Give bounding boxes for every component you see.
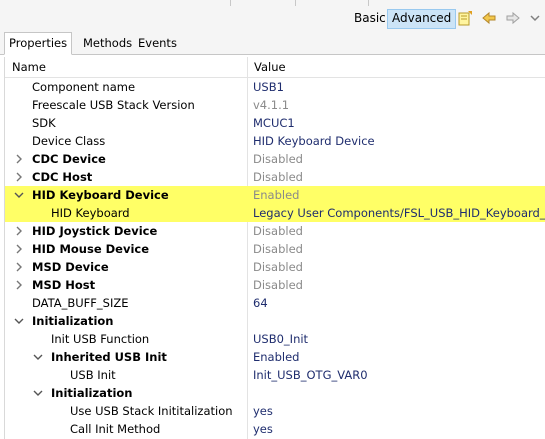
property-value[interactable]: yes bbox=[253, 404, 273, 418]
tab-properties[interactable]: Properties bbox=[4, 32, 73, 55]
property-value[interactable]: Disabled bbox=[253, 242, 303, 256]
table-row[interactable]: DATA_BUFF_SIZE 64 bbox=[5, 294, 545, 312]
chevron-down-icon[interactable] bbox=[14, 315, 24, 327]
property-value[interactable]: Legacy User Components/FSL_USB_HID_Keybo… bbox=[253, 206, 545, 220]
tab-methods[interactable]: Methods bbox=[79, 33, 136, 53]
table-row[interactable]: HID Joystick Device Disabled bbox=[5, 222, 545, 240]
property-name: Inherited USB Init bbox=[51, 350, 167, 364]
table-row[interactable]: HID Keyboard Legacy User Components/FSL_U… bbox=[5, 204, 545, 222]
toolbar: Basic Advanced bbox=[0, 6, 545, 30]
property-name: MSD Host bbox=[32, 278, 96, 292]
chevron-right-icon[interactable] bbox=[14, 243, 24, 255]
table-row[interactable]: MSD Host Disabled bbox=[5, 276, 545, 294]
chevron-down-icon[interactable] bbox=[33, 351, 43, 363]
advanced-button[interactable]: Advanced bbox=[387, 9, 457, 29]
property-value[interactable]: HID Keyboard Device bbox=[253, 134, 375, 148]
table-row[interactable]: Call Init Method yes bbox=[5, 420, 545, 438]
property-value[interactable]: yes bbox=[253, 422, 273, 436]
property-name: HID Mouse Device bbox=[32, 242, 150, 256]
back-arrow-icon[interactable] bbox=[481, 10, 497, 26]
property-name: CDC Device bbox=[32, 152, 106, 166]
property-value[interactable]: 64 bbox=[253, 296, 268, 310]
property-value[interactable]: v4.1.1 bbox=[253, 98, 289, 112]
property-name: USB Init bbox=[70, 368, 116, 382]
tab-bar: Properties Methods Events bbox=[0, 30, 545, 55]
property-value[interactable]: USB1 bbox=[253, 80, 284, 94]
table-row[interactable]: Inherited USB Init Enabled bbox=[5, 348, 545, 366]
chevron-down-icon[interactable] bbox=[33, 387, 43, 399]
table-row[interactable]: Use USB Stack Inititalization yes bbox=[5, 402, 545, 420]
table-row[interactable]: SDK MCUC1 bbox=[5, 114, 545, 132]
property-value[interactable]: Disabled bbox=[253, 224, 303, 238]
chevron-right-icon[interactable] bbox=[14, 171, 24, 183]
chevron-right-icon[interactable] bbox=[14, 279, 24, 291]
property-value[interactable]: Enabled bbox=[253, 188, 299, 202]
property-name: Device Class bbox=[32, 134, 106, 148]
tab-events[interactable]: Events bbox=[134, 33, 181, 53]
table-row[interactable]: Initialization bbox=[5, 312, 545, 330]
table-header: Name Value bbox=[5, 57, 545, 78]
properties-table: Name Value Component name USB1 Freescale U… bbox=[4, 57, 545, 439]
table-row[interactable]: CDC Host Disabled bbox=[5, 168, 545, 186]
property-value[interactable]: USB0_Init bbox=[253, 332, 308, 346]
property-value[interactable]: Disabled bbox=[253, 152, 303, 166]
table-row[interactable]: Initialization bbox=[5, 384, 545, 402]
table-row[interactable]: Component name USB1 bbox=[5, 78, 545, 96]
table-row[interactable]: USB Init Init_USB_OTG_VAR0 bbox=[5, 366, 545, 384]
property-name: Init USB Function bbox=[51, 332, 150, 346]
property-name: MSD Device bbox=[32, 260, 109, 274]
note-icon[interactable] bbox=[457, 10, 473, 26]
column-header-value[interactable]: Value bbox=[254, 60, 286, 74]
basic-button[interactable]: Basic bbox=[350, 9, 390, 27]
property-value[interactable]: MCUC1 bbox=[253, 116, 295, 130]
property-name: HID Keyboard Device bbox=[32, 188, 169, 202]
property-name: Initialization bbox=[51, 386, 133, 400]
property-value[interactable]: Enabled bbox=[253, 350, 299, 364]
property-name: CDC Host bbox=[32, 170, 93, 184]
property-name: Call Init Method bbox=[70, 422, 161, 436]
chevron-right-icon[interactable] bbox=[14, 261, 24, 273]
property-name: Use USB Stack Inititalization bbox=[70, 404, 233, 418]
forward-arrow-icon[interactable] bbox=[505, 10, 521, 26]
chevron-down-icon[interactable] bbox=[529, 10, 545, 26]
table-row[interactable]: MSD Device Disabled bbox=[5, 258, 545, 276]
chevron-right-icon[interactable] bbox=[14, 153, 24, 165]
column-header-name[interactable]: Name bbox=[12, 60, 46, 74]
property-value[interactable]: Disabled bbox=[253, 260, 303, 274]
chevron-right-icon[interactable] bbox=[14, 225, 24, 237]
table-row[interactable]: Freescale USB Stack Version v4.1.1 bbox=[5, 96, 545, 114]
property-name: Initialization bbox=[32, 314, 114, 328]
table-row[interactable]: HID Keyboard Device Enabled bbox=[5, 186, 545, 204]
table-row[interactable]: CDC Device Disabled bbox=[5, 150, 545, 168]
property-name: Freescale USB Stack Version bbox=[32, 98, 195, 112]
table-row[interactable]: HID Mouse Device Disabled bbox=[5, 240, 545, 258]
property-name: HID Joystick Device bbox=[32, 224, 158, 238]
table-row[interactable]: Init USB Function USB0_Init bbox=[5, 330, 545, 348]
property-name: DATA_BUFF_SIZE bbox=[32, 296, 129, 310]
chevron-down-icon[interactable] bbox=[14, 189, 24, 201]
property-value[interactable]: Disabled bbox=[253, 278, 303, 292]
property-name: Component name bbox=[32, 80, 136, 94]
property-value[interactable]: Disabled bbox=[253, 170, 303, 184]
property-value[interactable]: Init_USB_OTG_VAR0 bbox=[253, 368, 368, 382]
table-row[interactable]: Device Class HID Keyboard Device bbox=[5, 132, 545, 150]
property-name: HID Keyboard bbox=[51, 206, 130, 220]
property-name: SDK bbox=[32, 116, 56, 130]
